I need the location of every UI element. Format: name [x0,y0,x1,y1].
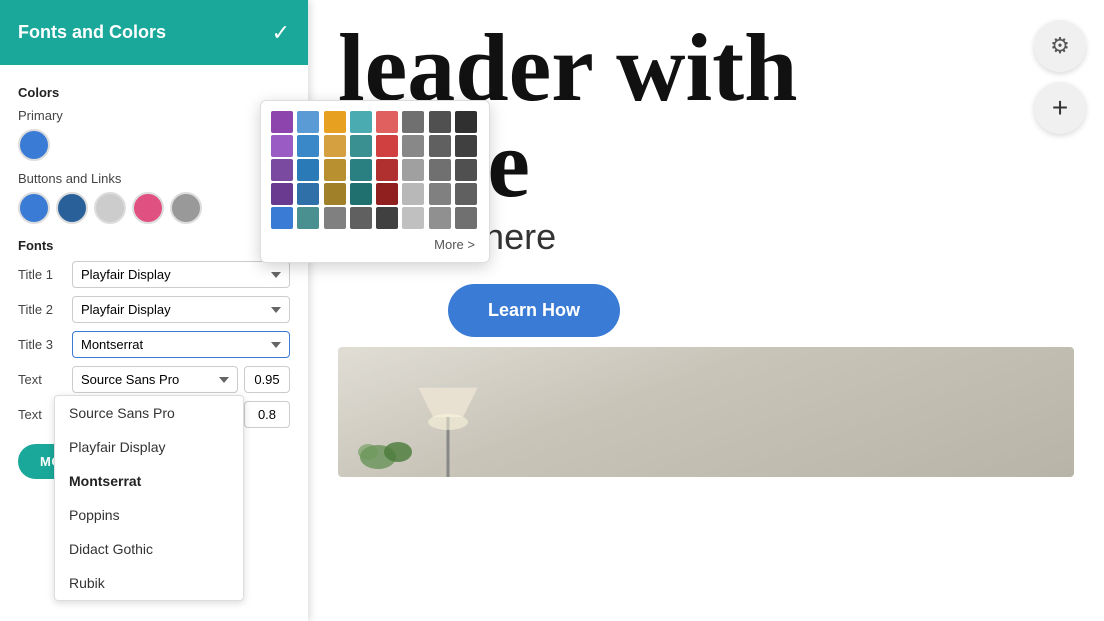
color-cell[interactable] [350,135,372,157]
color-cell[interactable] [271,183,293,205]
color-cell[interactable] [324,159,346,181]
color-grid [271,111,479,229]
color-cell[interactable] [324,207,346,229]
color-cell[interactable] [271,111,293,133]
font-row-title1: Title 1 Playfair Display [18,261,290,288]
dropdown-item-didact-gothic[interactable]: Didact Gothic [55,532,243,566]
color-swatches-row [18,192,290,224]
confirm-check-icon[interactable]: ✓ [272,20,290,46]
color-cell[interactable] [350,111,372,133]
dropdown-item-playfair-display[interactable]: Playfair Display [55,430,243,464]
title2-label: Title 2 [18,302,66,317]
color-swatch-5[interactable] [170,192,202,224]
color-cell[interactable] [350,183,372,205]
color-cell[interactable] [402,159,424,181]
color-cell[interactable] [429,135,451,157]
color-picker-popup: More > [260,100,490,263]
fonts-section-label: Fonts [18,238,290,253]
color-cell[interactable] [297,183,319,205]
color-cell[interactable] [297,111,319,133]
right-actions: ⚙ + [1034,20,1086,134]
color-swatch-3[interactable] [94,192,126,224]
sidebar-title: Fonts and Colors [18,22,166,43]
color-cell[interactable] [324,111,346,133]
color-cell[interactable] [402,111,424,133]
text1-label: Text [18,372,66,387]
title1-font-select[interactable]: Playfair Display [72,261,290,288]
sidebar: Fonts and Colors ✓ Colors Primary Button… [0,0,308,621]
color-cell[interactable] [271,159,293,181]
settings-icon: ⚙ [1050,33,1070,59]
main-content: leader with nage r subtitle here Learn H… [308,0,1104,621]
plus-icon: + [1052,92,1068,124]
text2-size-input[interactable] [244,401,290,428]
color-cell[interactable] [350,207,372,229]
sidebar-header: Fonts and Colors ✓ [0,0,308,65]
dropdown-item-montserrat[interactable]: Montserrat [55,464,243,498]
title2-font-select[interactable]: Playfair Display [72,296,290,323]
learn-how-button[interactable]: Learn How [448,284,620,337]
color-swatch-1[interactable] [18,192,50,224]
color-cell[interactable] [429,111,451,133]
color-cell[interactable] [429,183,451,205]
title3-font-select[interactable]: Montserrat [72,331,290,358]
dropdown-item-poppins[interactable]: Poppins [55,498,243,532]
color-cell[interactable] [402,207,424,229]
color-cell[interactable] [402,135,424,157]
color-cell[interactable] [376,111,398,133]
color-cell[interactable] [376,159,398,181]
color-cell[interactable] [271,207,293,229]
color-cell[interactable] [455,135,477,157]
dropdown-item-source-sans-pro[interactable]: Source Sans Pro [55,396,243,430]
add-button[interactable]: + [1034,82,1086,134]
primary-color-row [18,129,290,161]
dropdown-item-rubik[interactable]: Rubik [55,566,243,600]
color-cell[interactable] [429,207,451,229]
lamp-illustration [348,347,548,477]
buttons-links-label: Buttons and Links [18,171,290,186]
color-cell[interactable] [455,111,477,133]
color-cell[interactable] [402,183,424,205]
settings-button[interactable]: ⚙ [1034,20,1086,72]
color-cell[interactable] [429,159,451,181]
color-cell[interactable] [376,183,398,205]
text1-font-select[interactable]: Source Sans Pro [72,366,238,393]
primary-color-swatch[interactable] [18,129,50,161]
color-cell[interactable] [297,207,319,229]
color-cell[interactable] [297,159,319,181]
font-row-title2: Title 2 Playfair Display [18,296,290,323]
color-cell[interactable] [455,183,477,205]
color-swatch-4[interactable] [132,192,164,224]
color-cell[interactable] [376,135,398,157]
title3-label: Title 3 [18,337,66,352]
font-dropdown-list: Source Sans Pro Playfair Display Montser… [54,395,244,601]
color-cell[interactable] [324,135,346,157]
color-cell[interactable] [297,135,319,157]
font-row-text1: Text Source Sans Pro [18,366,290,393]
color-cell[interactable] [271,135,293,157]
font-row-title3: Title 3 Montserrat [18,331,290,358]
color-cell[interactable] [455,159,477,181]
text1-size-input[interactable] [244,366,290,393]
color-cell[interactable] [350,159,372,181]
title1-label: Title 1 [18,267,66,282]
more-colors-link[interactable]: More > [271,237,479,252]
primary-color-label: Primary [18,108,290,123]
color-swatch-2[interactable] [56,192,88,224]
color-cell[interactable] [324,183,346,205]
image-placeholder [338,347,1074,477]
color-cell[interactable] [376,207,398,229]
colors-section-label: Colors [18,85,290,100]
color-cell[interactable] [455,207,477,229]
